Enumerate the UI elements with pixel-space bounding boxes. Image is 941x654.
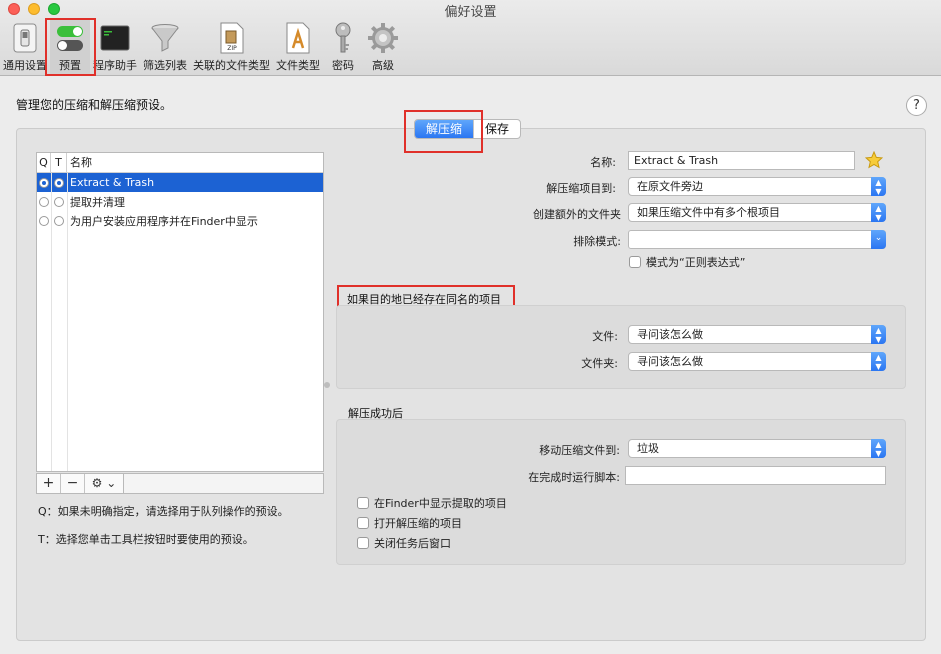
checkbox-box[interactable] xyxy=(357,537,369,549)
highlight-box-extract-tab xyxy=(404,110,483,153)
toolbar-file-types[interactable]: 文件类型 xyxy=(273,18,323,74)
remove-preset-button[interactable]: − xyxy=(61,474,85,493)
table-header: Q T 名称 xyxy=(37,153,323,173)
create-folder-popup[interactable]: 如果压缩文件中有多个根项目 ▲ ▼ xyxy=(628,203,886,222)
table-row[interactable]: 提取并清理 xyxy=(37,192,323,211)
popup-arrows-icon: ▲ ▼ xyxy=(871,177,886,196)
q-radio[interactable] xyxy=(39,196,49,207)
popup-arrows-icon: ▲ ▼ xyxy=(871,325,886,344)
list-button-bar: + − ⚙ ⌄ xyxy=(36,473,124,494)
table-row[interactable]: Extract & Trash xyxy=(37,173,323,192)
funnel-icon xyxy=(148,21,182,55)
folder-conflict-label: 文件夹: xyxy=(581,357,618,370)
column-divider xyxy=(67,173,68,471)
column-t[interactable]: T xyxy=(51,153,67,172)
table-row[interactable]: 为用户安装应用程序并在Finder中显示 xyxy=(37,211,323,230)
t-radio[interactable] xyxy=(54,196,64,207)
show-in-finder-label: 在Finder中显示提取的项目 xyxy=(374,497,507,510)
column-divider xyxy=(51,173,52,471)
document-app-icon xyxy=(281,21,315,55)
preset-name: Extract & Trash xyxy=(70,176,155,189)
open-extracted-checkbox[interactable]: 打开解压缩的项目 xyxy=(357,515,462,531)
key-icon xyxy=(326,21,360,55)
close-window-checkbox[interactable]: 关闭任务后窗口 xyxy=(357,535,451,551)
folder-conflict-popup[interactable]: 寻问该怎么做 ▲ ▼ xyxy=(628,352,886,371)
extract-to-value: 在原文件旁边 xyxy=(637,180,703,193)
preset-table: Q T 名称 Extract & Trash 提取并清理 为用户安装应用程序并在… xyxy=(36,152,324,472)
q-radio[interactable] xyxy=(39,215,49,226)
checkbox-box[interactable] xyxy=(357,517,369,529)
toolbar-passwords[interactable]: 密码 xyxy=(323,18,363,74)
column-name[interactable]: 名称 xyxy=(67,153,92,172)
t-radio[interactable] xyxy=(54,215,64,226)
extract-to-popup[interactable]: 在原文件旁边 ▲ ▼ xyxy=(628,177,886,196)
run-script-field[interactable] xyxy=(625,466,886,485)
preset-action-menu[interactable]: ⚙ ⌄ xyxy=(85,474,123,493)
preset-name: 为用户安装应用程序并在Finder中显示 xyxy=(70,214,258,228)
regex-checkbox[interactable]: 模式为“正则表达式” xyxy=(629,254,745,270)
toolbar-helpers[interactable]: 程序助手 xyxy=(90,18,140,74)
exclude-combo[interactable]: ⌄ xyxy=(628,230,886,249)
button-bar-filler xyxy=(124,473,324,494)
close-window-label: 关闭任务后窗口 xyxy=(374,537,451,550)
help-button[interactable]: ? xyxy=(906,95,927,116)
create-folder-value: 如果压缩文件中有多个根项目 xyxy=(637,206,780,219)
name-field[interactable]: Extract & Trash xyxy=(628,151,855,170)
show-in-finder-checkbox[interactable]: 在Finder中显示提取的项目 xyxy=(357,495,507,511)
preset-name: 提取并清理 xyxy=(70,195,125,209)
svg-text:ZIP: ZIP xyxy=(227,45,237,52)
gear-icon xyxy=(366,21,400,55)
favorite-star-icon[interactable] xyxy=(864,150,884,172)
create-folder-label: 创建额外的文件夹 xyxy=(533,208,621,221)
toolbar-filters[interactable]: 筛选列表 xyxy=(140,18,190,74)
note-t: T：选择您单击工具栏按钮时要使用的预设。 xyxy=(38,533,254,546)
name-label: 名称: xyxy=(590,156,616,169)
column-q[interactable]: Q xyxy=(37,153,51,172)
extract-to-label: 解压缩项目到: xyxy=(546,182,616,195)
checkbox-box[interactable] xyxy=(629,256,641,268)
note-q: Q：如果未明确指定，请选择用于队列操作的预设。 xyxy=(38,505,289,518)
t-radio[interactable] xyxy=(54,177,64,188)
open-extracted-label: 打开解压缩的项目 xyxy=(374,517,462,530)
toolbar-file-types-label: 文件类型 xyxy=(276,59,320,72)
regex-label: 模式为“正则表达式” xyxy=(646,256,746,269)
exclude-label: 排除模式: xyxy=(573,235,621,248)
move-archive-popup[interactable]: 垃圾 ▲ ▼ xyxy=(628,439,886,458)
toolbar-advanced[interactable]: 高级 xyxy=(363,18,403,74)
terminal-icon xyxy=(98,21,132,55)
folder-conflict-value: 寻问该怎么做 xyxy=(637,355,703,368)
file-conflict-label: 文件: xyxy=(592,330,618,343)
zip-file-icon: ZIP xyxy=(215,21,249,55)
conflict-group xyxy=(336,305,906,389)
general-switch-icon xyxy=(8,21,42,55)
checkbox-box[interactable] xyxy=(357,497,369,509)
toolbar-associated-types-label: 关联的文件类型 xyxy=(193,59,270,72)
highlight-box-presets xyxy=(45,18,96,76)
move-archive-label: 移动压缩文件到: xyxy=(539,444,620,457)
file-conflict-popup[interactable]: 寻问该怎么做 ▲ ▼ xyxy=(628,325,886,344)
toolbar-helpers-label: 程序助手 xyxy=(93,59,137,72)
file-conflict-value: 寻问该怎么做 xyxy=(637,328,703,341)
popup-arrows-icon: ▲ ▼ xyxy=(871,439,886,458)
toolbar-general[interactable]: 通用设置 xyxy=(0,18,50,74)
toolbar-passwords-label: 密码 xyxy=(332,59,354,72)
chevron-down-icon: ⌄ xyxy=(871,230,886,249)
q-radio[interactable] xyxy=(39,177,49,188)
run-script-label: 在完成时运行脚本: xyxy=(528,471,620,484)
split-view-divider[interactable] xyxy=(324,382,330,388)
toolbar-general-label: 通用设置 xyxy=(3,59,47,72)
page-description: 管理您的压缩和解压缩预设。 xyxy=(16,98,173,112)
toolbar-associated-types[interactable]: ZIP 关联的文件类型 xyxy=(190,18,273,74)
toolbar-filters-label: 筛选列表 xyxy=(143,59,187,72)
add-preset-button[interactable]: + xyxy=(37,474,61,493)
popup-arrows-icon: ▲ ▼ xyxy=(871,203,886,222)
move-archive-value: 垃圾 xyxy=(637,442,659,455)
popup-arrows-icon: ▲ ▼ xyxy=(871,352,886,371)
toolbar-advanced-label: 高级 xyxy=(372,59,394,72)
